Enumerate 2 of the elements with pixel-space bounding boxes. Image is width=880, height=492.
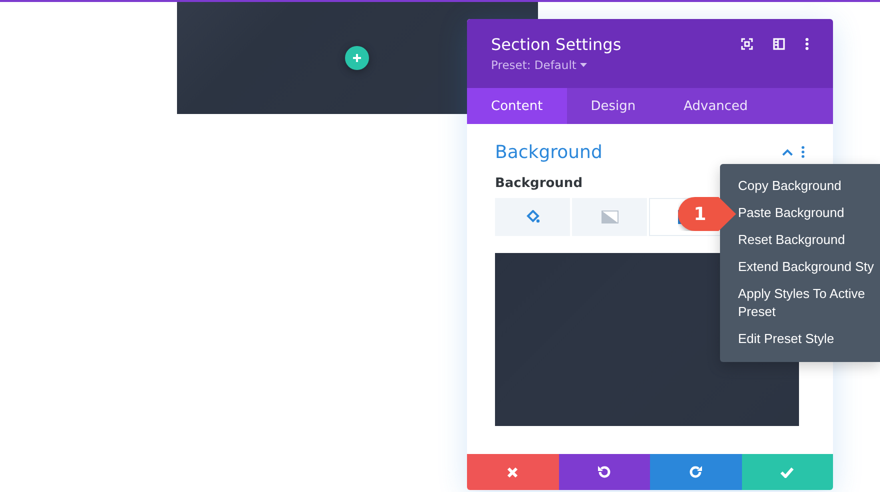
modal-title: Section Settings bbox=[491, 35, 622, 54]
field-label: Background bbox=[495, 176, 582, 191]
